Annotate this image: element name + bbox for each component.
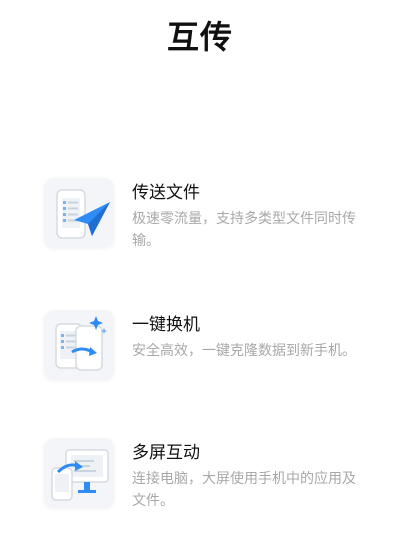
feature-description: 安全高效，一键克隆数据到新手机。 — [132, 343, 356, 359]
feature-title: 传送文件 — [132, 183, 200, 203]
page-title: 互传 — [166, 18, 233, 56]
feature-phone-clone[interactable]: 一键换机 安全高效，一键克隆数据到新手机。 — [44, 310, 374, 396]
feature-multi-screen[interactable]: 多屏互动 连接电脑，大屏使用手机中的应用及文件。 — [44, 438, 374, 524]
feature-description: 连接电脑，大屏使用手机中的应用及文件。 — [132, 471, 356, 509]
feature-send-file[interactable]: 传送文件 极速零流量，支持多类型文件同时传输。 — [44, 178, 374, 264]
feature-title: 多屏互动 — [132, 443, 200, 463]
send-file-icon — [44, 178, 114, 248]
feature-title: 一键换机 — [132, 315, 200, 335]
phone-clone-icon — [44, 310, 114, 380]
multi-screen-icon — [44, 438, 114, 508]
feature-description: 极速零流量，支持多类型文件同时传输。 — [132, 211, 356, 249]
huchuan-screen: 互传 传送文件 极速零流量，支持多类型文件同时传输。 一键换机 安全高效，一键克… — [0, 0, 400, 539]
